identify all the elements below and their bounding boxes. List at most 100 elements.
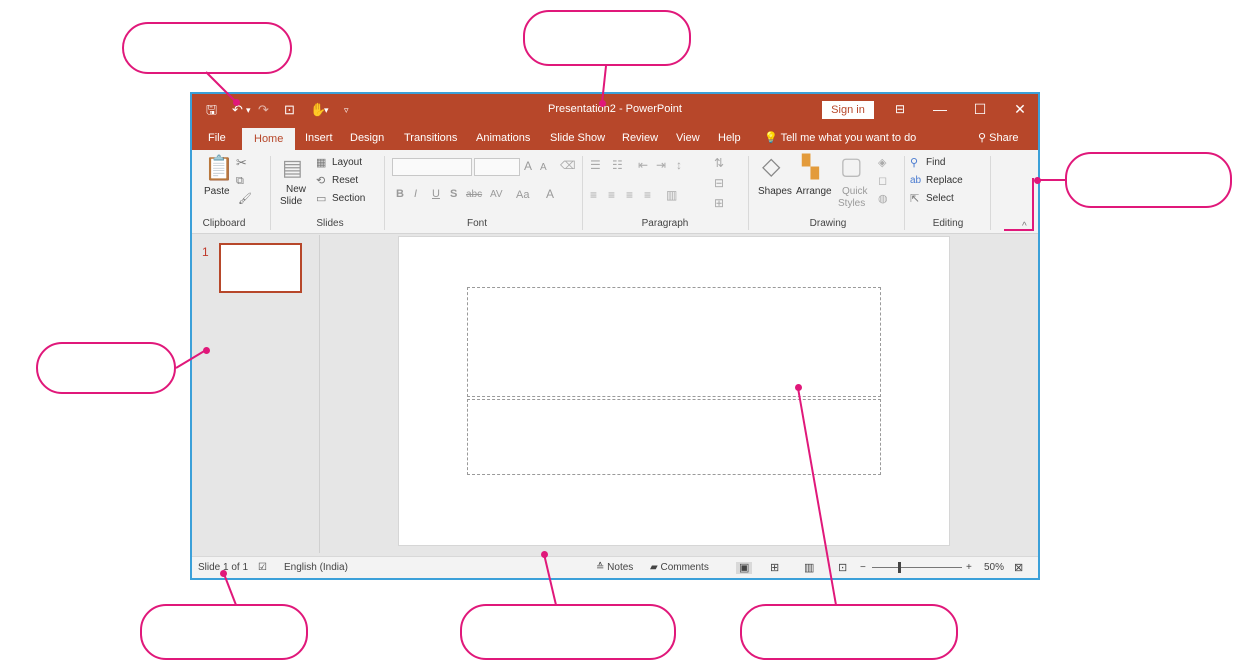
tab-transitions[interactable]: Transitions — [404, 126, 457, 150]
change-case-button[interactable]: Aa — [516, 189, 529, 201]
layout-button[interactable]: Layout — [332, 157, 362, 169]
zoom-slider-thumb[interactable] — [898, 562, 901, 573]
select-icon[interactable]: ⇱ — [910, 192, 919, 206]
language-indicator[interactable]: English (India) — [284, 562, 348, 574]
text-direction-icon[interactable]: ⇅ — [714, 156, 724, 170]
sign-in-button[interactable]: Sign in — [822, 101, 874, 119]
paste-icon[interactable]: 📋 — [204, 156, 234, 182]
replace-icon[interactable]: ab — [910, 174, 921, 188]
new-slide-icon[interactable]: ▤ — [282, 156, 303, 180]
bold-button[interactable]: B — [396, 188, 404, 200]
fit-slide-icon[interactable]: ⊠ — [1014, 562, 1023, 574]
font-color-button[interactable]: A — [546, 188, 554, 200]
center-icon[interactable]: ≡ — [608, 188, 615, 202]
title-placeholder[interactable] — [467, 287, 881, 397]
shape-outline-icon[interactable]: ◻ — [878, 174, 887, 188]
align-right-icon[interactable]: ≡ — [626, 188, 633, 202]
smartart-icon[interactable]: ⊞ — [714, 196, 724, 210]
find-icon[interactable]: ⚲ — [910, 156, 918, 170]
font-size-select[interactable] — [474, 158, 520, 176]
close-button[interactable]: ✕ — [1010, 100, 1030, 118]
tab-help[interactable]: Help — [718, 126, 741, 150]
find-button[interactable]: Find — [926, 157, 945, 169]
tab-file[interactable]: File — [208, 126, 226, 150]
arrange-icon[interactable]: ▚ — [802, 154, 819, 180]
select-button[interactable]: Select — [926, 193, 954, 205]
replace-button[interactable]: Replace — [926, 175, 963, 187]
zoom-in-button[interactable]: + — [966, 562, 972, 574]
shadow-button[interactable]: S — [450, 188, 457, 200]
normal-view-icon[interactable]: ▣ — [736, 562, 753, 574]
quick-styles-label-2[interactable]: Styles — [838, 198, 865, 210]
tell-me-search[interactable]: 💡 Tell me what you want to do — [764, 126, 916, 150]
spell-check-icon[interactable]: ☑ — [258, 562, 267, 574]
slides-group-label: Slides — [316, 218, 344, 229]
shapes-button[interactable]: Shapes — [758, 186, 792, 198]
quick-styles-label-1[interactable]: Quick — [842, 186, 868, 198]
font-name-select[interactable] — [392, 158, 472, 176]
tab-home[interactable]: Home — [242, 128, 296, 150]
tab-design[interactable]: Design — [350, 126, 384, 150]
subtitle-placeholder[interactable] — [467, 399, 881, 475]
callout-title-bar — [523, 10, 691, 66]
tab-animations[interactable]: Animations — [476, 126, 530, 150]
slide-sorter-icon[interactable]: ⊞ — [770, 562, 779, 574]
paste-label[interactable]: Paste — [204, 186, 230, 198]
grow-font-button[interactable]: A — [524, 160, 532, 172]
align-left-icon[interactable]: ≡ — [590, 188, 597, 202]
comments-button[interactable]: ▰ Comments — [650, 562, 709, 574]
format-painter-icon[interactable]: 🖌 — [238, 192, 252, 206]
group-separator — [748, 156, 749, 230]
clear-formatting-icon[interactable]: ⌫ — [560, 159, 576, 173]
drawing-group-label: Drawing — [809, 218, 847, 229]
minimize-button[interactable]: — — [930, 100, 950, 118]
slide-show-icon[interactable]: ⊡ — [838, 562, 847, 574]
tab-insert[interactable]: Insert — [305, 126, 333, 150]
bullets-icon[interactable]: ☰ — [590, 158, 601, 172]
tab-slide-show[interactable]: Slide Show — [550, 126, 605, 150]
tab-view[interactable]: View — [676, 126, 700, 150]
reset-icon[interactable]: ⟲ — [316, 174, 325, 188]
section-icon[interactable]: ▭ — [316, 192, 326, 206]
character-spacing-button[interactable]: AV — [490, 189, 503, 201]
align-text-icon[interactable]: ⊟ — [714, 176, 724, 190]
strikethrough-button[interactable]: abc — [466, 189, 482, 201]
notes-button[interactable]: ≙ Notes — [596, 562, 633, 574]
new-slide-label-2[interactable]: Slide — [280, 196, 302, 208]
copy-icon[interactable]: ⧉ — [236, 174, 244, 188]
tab-review[interactable]: Review — [622, 126, 658, 150]
reading-view-icon[interactable]: ▥ — [804, 562, 814, 574]
notes-label: Notes — [607, 562, 634, 573]
slide-canvas[interactable] — [398, 236, 950, 546]
zoom-out-button[interactable]: − — [860, 562, 866, 574]
arrange-button[interactable]: Arrange — [796, 186, 832, 198]
shape-fill-icon[interactable]: ◈ — [878, 156, 886, 170]
ribbon-display-icon[interactable]: ⊟ — [890, 100, 910, 118]
share-button[interactable]: ⚲ Share — [978, 126, 1018, 150]
reset-button[interactable]: Reset — [332, 175, 358, 187]
columns-icon[interactable]: ▥ — [666, 188, 677, 202]
callout-dot — [599, 100, 606, 107]
maximize-button[interactable]: ☐ — [970, 100, 990, 118]
slide-thumbnail[interactable] — [219, 243, 302, 293]
line-spacing-icon[interactable]: ↕ — [676, 158, 682, 172]
increase-indent-icon[interactable]: ⇥ — [656, 158, 666, 172]
callout-status-bar — [140, 604, 308, 660]
new-slide-label-1[interactable]: New — [286, 184, 306, 196]
zoom-slider[interactable] — [872, 567, 962, 568]
numbering-icon[interactable]: ☷ — [612, 158, 623, 172]
clipboard-group-label: Clipboard — [202, 218, 246, 229]
italic-button[interactable]: I — [414, 188, 417, 200]
section-button[interactable]: Section — [332, 193, 365, 205]
callout-dot — [203, 347, 210, 354]
zoom-level[interactable]: 50% — [984, 562, 1004, 574]
shape-effects-icon[interactable]: ◍ — [878, 192, 888, 206]
quick-styles-icon[interactable]: ▢ — [840, 154, 863, 180]
shapes-icon[interactable]: ◇ — [762, 154, 780, 180]
underline-button[interactable]: U — [432, 188, 440, 200]
shrink-font-button[interactable]: A — [540, 162, 547, 174]
decrease-indent-icon[interactable]: ⇤ — [638, 158, 648, 172]
cut-icon[interactable]: ✂ — [236, 156, 247, 170]
justify-icon[interactable]: ≡ — [644, 188, 651, 202]
layout-icon[interactable]: ▦ — [316, 156, 326, 170]
